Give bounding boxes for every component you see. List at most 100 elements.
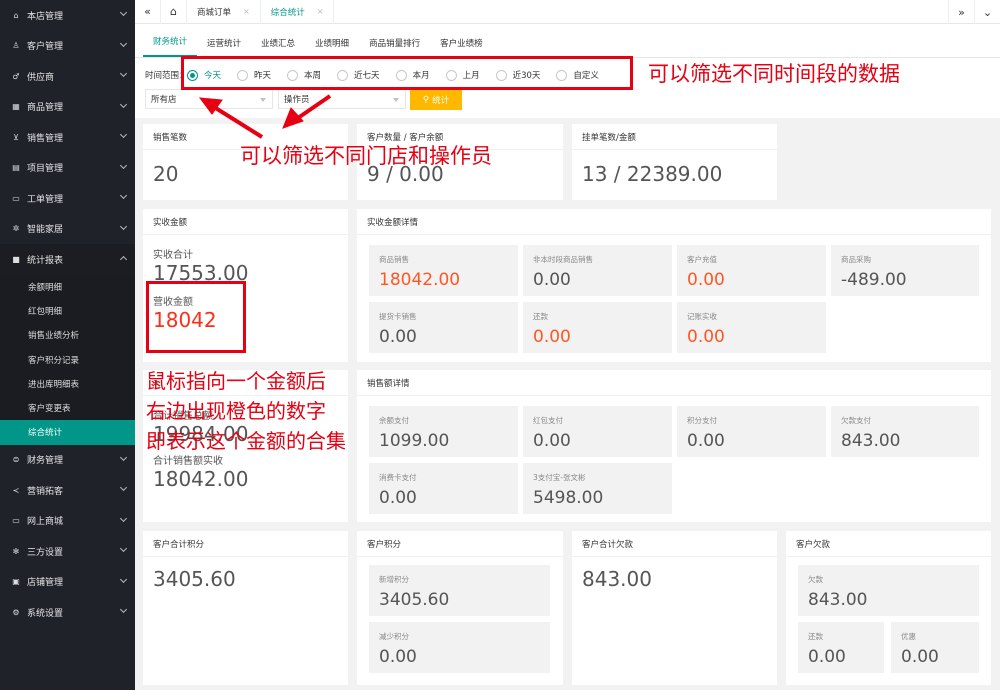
sidebar-item-label: 系统设置	[27, 608, 64, 619]
tab-menu-button[interactable]: ⌄	[974, 0, 1000, 24]
sidebar-item-customers[interactable]: ♙ 客户管理	[0, 31, 135, 62]
chevron-down-icon	[119, 191, 128, 200]
sidebar-item-finance[interactable]: ⊜ 财务管理	[0, 445, 135, 476]
tab-overall-stats[interactable]: 综合统计 ×	[261, 0, 335, 24]
cart-icon: ⊻	[13, 132, 19, 142]
caret-down-icon	[393, 98, 399, 102]
sidebar-item-label: 项目管理	[27, 164, 64, 175]
received-total-label: 实收合计	[153, 250, 193, 261]
sidebar-item-label: 客户管理	[27, 42, 64, 53]
subtab-performance-detail[interactable]: 业绩明细	[305, 37, 359, 57]
sidebar-item-projects[interactable]: ▤ 项目管理	[0, 153, 135, 184]
home-tab-button[interactable]: ⌂	[161, 0, 187, 24]
annotation-line: 右边出现橙色的数字	[146, 399, 326, 423]
sales-box-points-pay[interactable]: 积分支付 0.00	[677, 406, 826, 457]
sidebar-item-label: 统计报表	[27, 255, 64, 266]
debt-box-repayment[interactable]: 还款 0.00	[798, 622, 884, 673]
home-icon: ⌂	[170, 5, 177, 18]
sidebar-item-online-store[interactable]: ▭ 网上商城	[0, 506, 135, 537]
detail-box-ledger[interactable]: 记账实收 0.00	[677, 302, 826, 353]
subtab-performance-summary[interactable]: 业绩汇总	[251, 37, 305, 57]
tab-label: 商城订单	[197, 7, 232, 18]
sidebar-item-store[interactable]: ⌂ 本店管理	[0, 0, 135, 31]
close-icon[interactable]: ×	[317, 7, 324, 16]
detail-box-card-sales[interactable]: 提货卡销售 0.00	[369, 302, 518, 353]
box-value: 0.00	[533, 327, 571, 347]
card-title: 客户欠款	[786, 531, 991, 557]
card-debt: 客户欠款 欠款 843.00 还款 0.00 优惠 0.00	[786, 531, 991, 685]
box-label: 新增积分	[379, 575, 409, 584]
sidebar-item-third-party[interactable]: ✻ 三方设置	[0, 536, 135, 567]
sales-box-debt-pay[interactable]: 欠款支付 843.00	[831, 406, 979, 457]
box-label: 商品采购	[841, 255, 871, 264]
box-label: 欠款支付	[841, 416, 871, 425]
sales-box-alipay[interactable]: 3支付宝-张文彬 5498.00	[523, 463, 672, 514]
sidebar-item-label: 智能家居	[27, 225, 64, 236]
annotation-store-filter: 可以筛选不同门店和操作员	[240, 144, 492, 168]
subtab-product-ranking[interactable]: 商品销量排行	[359, 37, 430, 57]
detail-box-repayment[interactable]: 还款 0.00	[523, 302, 672, 353]
sidebar-item-sales[interactable]: ⊻ 销售管理	[0, 122, 135, 153]
card-title: 销售额详情	[357, 370, 991, 396]
sidebar-subitem-balance[interactable]: 余额明细	[0, 274, 135, 299]
card-points-total: 客户合计积分 3405.60	[143, 531, 348, 685]
box-label: 客户充值	[687, 255, 717, 264]
detail-box-product-sales[interactable]: 商品销售 18042.00	[369, 245, 518, 296]
detail-box-offperiod-sales[interactable]: 非本时段商品销售 0.00	[523, 245, 672, 296]
sidebar-item-smarthome[interactable]: ✲ 智能家居	[0, 214, 135, 245]
store-select[interactable]: 所有店	[145, 89, 273, 109]
sidebar-item-workorders[interactable]: ▭ 工单管理	[0, 183, 135, 214]
subtab-operations[interactable]: 运营统计	[197, 37, 251, 57]
sidebar-item-shop[interactable]: ▣ 店铺管理	[0, 567, 135, 598]
close-icon[interactable]: ×	[243, 7, 250, 16]
sidebar-item-label: 营销拓客	[27, 486, 64, 497]
sidebar-subitem-sales-analysis[interactable]: 销售业绩分析	[0, 323, 135, 348]
debt-box-debt[interactable]: 欠款 843.00	[798, 565, 979, 616]
sidebar-subitem-overall-stats[interactable]: 综合统计	[0, 420, 135, 445]
sidebar-subitem-points-record[interactable]: 客户积分记录	[0, 347, 135, 372]
detail-box-recharge[interactable]: 客户充值 0.00	[677, 245, 826, 296]
box-label: 积分支付	[687, 416, 717, 425]
subtab-customer-ranking[interactable]: 客户业绩榜	[430, 37, 493, 57]
sidebar-subitem-inventory[interactable]: 进出库明细表	[0, 371, 135, 396]
annotation-time-filter: 可以筛选不同时间段的数据	[648, 62, 900, 86]
box-value: 0.00	[533, 270, 571, 290]
points-box-reduced[interactable]: 减少积分 0.00	[369, 622, 550, 673]
sidebar-subitem-redpacket[interactable]: 红包明细	[0, 298, 135, 324]
time-range-label: 时间范围：	[145, 71, 183, 81]
share-icon: ≺	[12, 485, 20, 495]
sidebar-item-marketing[interactable]: ≺ 营销拓客	[0, 475, 135, 506]
sidebar-subitem-customer-changes[interactable]: 客户变更表	[0, 395, 135, 421]
sidebar-item-settings[interactable]: ⚙ 系统设置	[0, 597, 135, 628]
chevron-down-icon	[119, 484, 128, 492]
sidebar-item-reports[interactable]: ■ 统计报表	[0, 244, 135, 275]
tab-mall-orders[interactable]: 商城订单 ×	[187, 0, 261, 24]
box-value: 0.00	[687, 270, 725, 290]
doc-icon: ▭	[12, 193, 20, 203]
sales-box-balance-pay[interactable]: 余额支付 1099.00	[369, 406, 518, 457]
points-box-added[interactable]: 新增积分 3405.60	[369, 565, 550, 616]
detail-box-purchase[interactable]: 商品采购 -489.00	[831, 245, 979, 296]
box-label: 商品销售	[379, 255, 409, 264]
box-value: 843.00	[841, 431, 901, 451]
gear-icon: ✲	[12, 224, 20, 234]
sidebar-item-products[interactable]: ▦ 商品管理	[0, 92, 135, 123]
scroll-right-button[interactable]: »	[948, 0, 974, 24]
box-value: 0.00	[533, 431, 571, 451]
box-label: 还款	[533, 312, 548, 321]
chevron-down-icon	[119, 606, 128, 614]
card-title: 实收金额	[143, 209, 348, 235]
operator-select[interactable]: 操作员	[278, 89, 406, 109]
scroll-left-button[interactable]: «	[135, 0, 161, 24]
chevron-down-icon	[119, 39, 128, 47]
subtab-finance[interactable]: 财务统计	[143, 35, 198, 57]
sales-box-card-pay[interactable]: 消费卡支付 0.00	[369, 463, 518, 514]
sidebar-item-supplier[interactable]: ♂ 供应商	[0, 61, 135, 92]
home-icon: ⌂	[13, 10, 19, 20]
sales-box-redpacket-pay[interactable]: 红包支付 0.00	[523, 406, 672, 457]
box-value: 5498.00	[533, 488, 604, 508]
sales-received-value[interactable]: 18042.00	[153, 467, 248, 491]
stat-button[interactable]: ⚲ 统计	[410, 90, 462, 110]
debt-box-discount[interactable]: 优惠 0.00	[891, 622, 979, 673]
box-value: 1099.00	[379, 431, 450, 451]
